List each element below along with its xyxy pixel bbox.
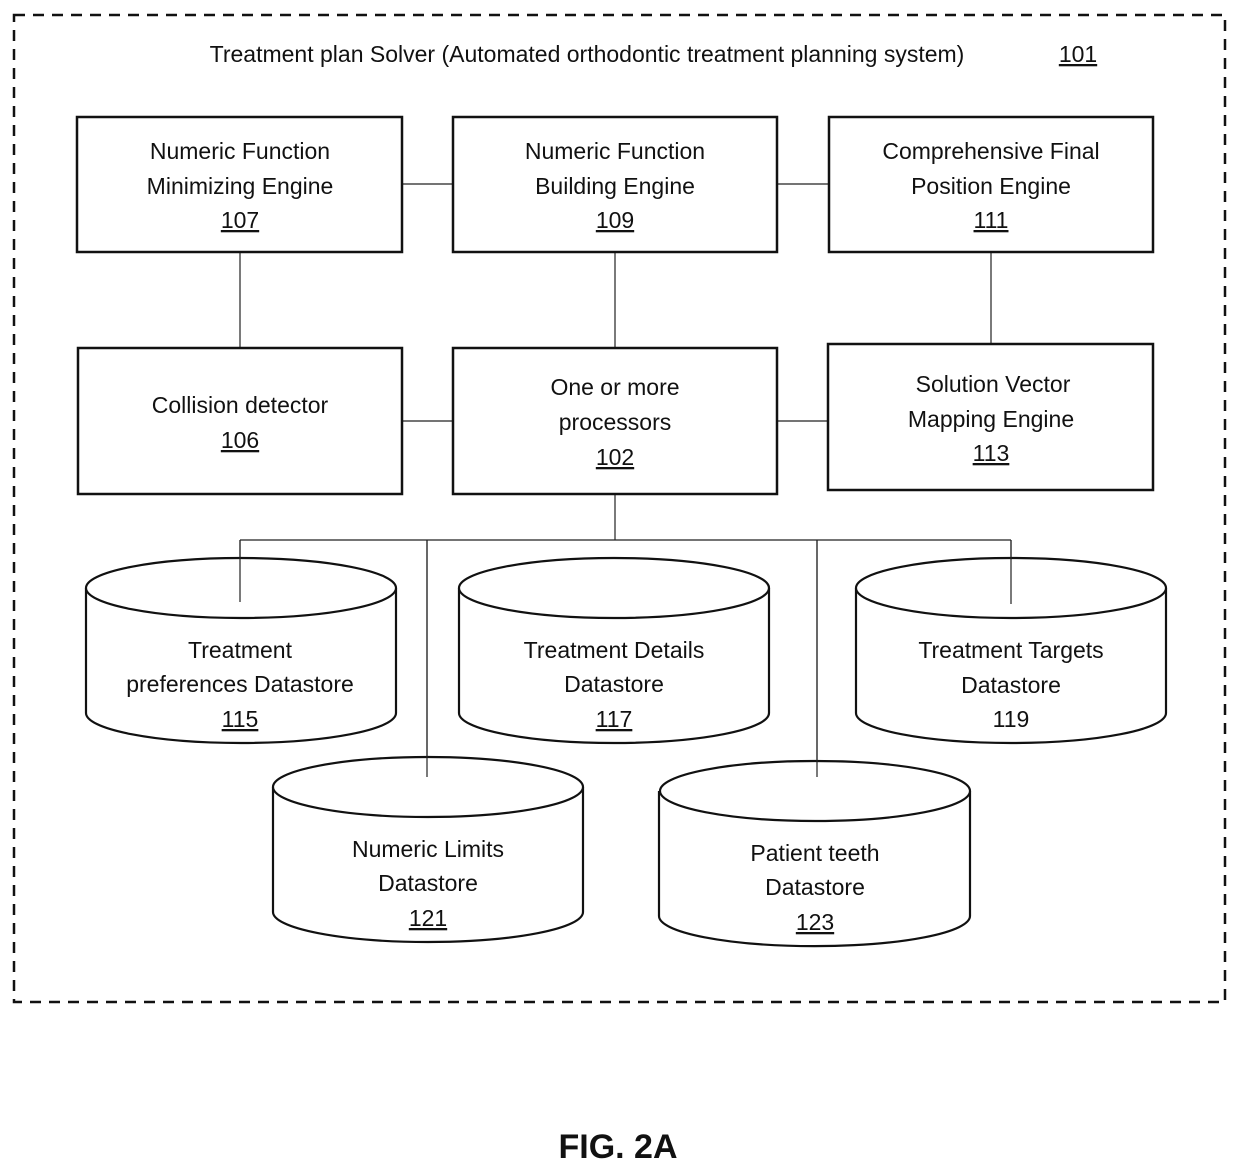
datastore-label: Patient teeth <box>750 840 879 866</box>
datastore-treatment-details: Treatment Details Datastore 117 <box>457 556 771 745</box>
component-ref: 111 <box>974 207 1009 233</box>
datastore-label: Datastore <box>564 671 664 697</box>
datastore-label: Datastore <box>765 874 865 900</box>
datastore-label: Datastore <box>961 672 1061 698</box>
component-label: Building Engine <box>535 173 695 199</box>
component-label: Position Engine <box>911 173 1071 199</box>
component-minimizing-engine: Numeric Function Minimizing Engine 107 <box>75 115 404 254</box>
component-ref: 106 <box>221 427 259 453</box>
component-label: Collision detector <box>152 392 329 418</box>
component-final-position-engine: Comprehensive Final Position Engine 111 <box>827 115 1155 254</box>
component-label: Numeric Function <box>150 138 330 164</box>
component-label: Comprehensive Final <box>882 138 1099 164</box>
component-processors: One or more processors 102 <box>451 346 779 496</box>
datastore-label: Datastore <box>378 870 478 896</box>
component-label: Solution Vector <box>916 371 1071 397</box>
component-label: Minimizing Engine <box>147 173 334 199</box>
component-label: processors <box>559 409 671 435</box>
datastore-ref: 119 <box>993 706 1030 732</box>
component-ref: 113 <box>973 440 1010 466</box>
component-ref: 109 <box>596 207 634 233</box>
diagram-title: Treatment plan Solver (Automated orthodo… <box>210 41 965 67</box>
diagram-title-ref: 101 <box>1059 41 1097 67</box>
datastore-label: Treatment Details <box>524 637 705 663</box>
datastore-ref: 115 <box>222 706 259 732</box>
system-architecture-diagram: Treatment plan Solver (Automated orthodo… <box>12 13 1227 1166</box>
datastore-label: Treatment Targets <box>918 637 1103 663</box>
component-label: Numeric Function <box>525 138 705 164</box>
component-ref: 102 <box>596 444 634 470</box>
datastore-label: preferences Datastore <box>126 671 354 697</box>
component-label: One or more <box>550 374 679 400</box>
datastore-treatment-preferences: Treatment preferences Datastore 115 <box>84 540 398 745</box>
datastore-label: Treatment <box>188 637 293 663</box>
datastore-ref: 123 <box>796 909 834 935</box>
component-collision-detector: Collision detector 106 <box>76 346 404 496</box>
datastore-label: Numeric Limits <box>352 836 504 862</box>
datastore-ref: 121 <box>409 905 447 931</box>
component-solution-vector-engine: Solution Vector Mapping Engine 113 <box>826 342 1155 492</box>
component-building-engine: Numeric Function Building Engine 109 <box>451 115 779 254</box>
datastore-ref: 117 <box>596 706 633 732</box>
datastore-treatment-targets: Treatment Targets Datastore 119 <box>854 540 1168 745</box>
component-ref: 107 <box>221 207 259 233</box>
component-label: Mapping Engine <box>908 406 1074 432</box>
figure-label: FIG. 2A <box>558 1128 677 1166</box>
